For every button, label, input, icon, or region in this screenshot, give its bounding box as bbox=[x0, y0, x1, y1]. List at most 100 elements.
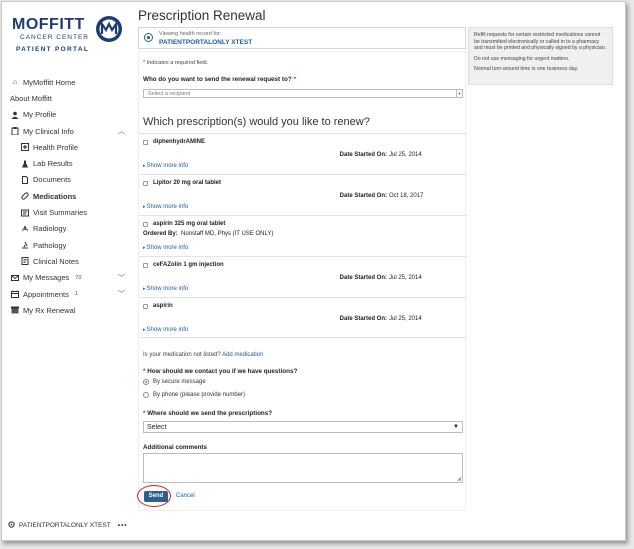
notes-icon bbox=[20, 256, 30, 266]
sidebar-item-rx-renewal[interactable]: My Rx Renewal bbox=[2, 302, 132, 318]
recipient-select[interactable]: Select a recipient ▾ bbox=[143, 89, 463, 98]
ordered-by-label: Ordered By: bbox=[143, 231, 178, 237]
clipboard-icon bbox=[10, 126, 20, 136]
show-more-info-link[interactable]: Show more info bbox=[143, 163, 189, 169]
prescriptions-heading: Which prescription(s) would you like to … bbox=[143, 116, 370, 128]
sidebar-item-label: MyMoffitt Home bbox=[23, 77, 76, 87]
prescription-item: aspirin 325 mg oral tablet Ordered By: N… bbox=[139, 215, 467, 256]
medication-not-listed: Is your medication not listed? Add medic… bbox=[143, 352, 263, 358]
required-field-note: * Indicates a required field. bbox=[143, 60, 209, 66]
moffitt-logo[interactable]: MOFFITT CANCER CENTER PATIENT PORTAL bbox=[12, 14, 122, 58]
sidebar-item-label: Radiology bbox=[33, 224, 67, 234]
main-content: Prescription Renewal Viewing health reco… bbox=[136, 2, 467, 540]
comments-textarea[interactable]: ◢ bbox=[143, 453, 463, 483]
annotation-circle bbox=[137, 485, 171, 507]
viewing-record-label: Viewing health record for: bbox=[159, 31, 222, 37]
ordered-by-value: Nonstaff MD, Phys (IT USE ONLY) bbox=[181, 231, 274, 237]
recipient-placeholder: Select a recipient bbox=[148, 91, 191, 97]
sidebar-nav: ⌂ MyMoffitt Home About Moffitt My Profil… bbox=[2, 74, 132, 318]
logo-main-text: MOFFITT bbox=[12, 16, 85, 33]
prescription-item: Lipitor 20 mg oral tablet Date Started O… bbox=[139, 174, 467, 215]
prescription-item: ceFAZolin 1 gm injection Date Started On… bbox=[139, 256, 467, 297]
date-started-label: Date Started On: bbox=[339, 193, 387, 199]
app-window: MOFFITT CANCER CENTER PATIENT PORTAL ⌂ M… bbox=[1, 1, 626, 541]
health-record-selector[interactable]: Viewing health record for: PATIENTPORTAL… bbox=[138, 27, 466, 49]
sidebar-item-about[interactable]: About Moffitt bbox=[2, 90, 132, 106]
sidebar-item-radiology[interactable]: Radiology bbox=[2, 221, 132, 237]
health-profile-icon bbox=[20, 142, 30, 152]
sidebar-item-appointments[interactable]: Appointments 1 ﹀ bbox=[2, 286, 132, 302]
add-medication-link[interactable]: Add medication bbox=[222, 352, 263, 358]
sidebar-item-documents[interactable]: Documents bbox=[2, 172, 132, 188]
pharmacy-select-value: Select bbox=[147, 424, 167, 431]
date-started-label: Date Started On: bbox=[339, 275, 387, 281]
logo-portal-text: PATIENT PORTAL bbox=[16, 46, 90, 53]
date-started-value: Jul 25, 2014 bbox=[389, 275, 422, 281]
chevron-up-icon[interactable]: ︿ bbox=[118, 126, 125, 136]
sidebar-item-label: Appointments bbox=[23, 289, 69, 299]
prescription-checkbox[interactable] bbox=[143, 304, 148, 309]
contact-option-phone[interactable]: By phone (please provide number) bbox=[143, 392, 245, 398]
more-options-icon[interactable]: ••• bbox=[118, 522, 128, 529]
prescription-checkbox[interactable] bbox=[143, 222, 148, 227]
sidebar-item-profile[interactable]: My Profile bbox=[2, 107, 132, 123]
sidebar-item-lab-results[interactable]: Lab Results bbox=[2, 155, 132, 171]
radio-button[interactable] bbox=[143, 379, 149, 385]
sidebar-item-home[interactable]: ⌂ MyMoffitt Home bbox=[2, 74, 132, 90]
sidebar-item-pathology[interactable]: Pathology bbox=[2, 237, 132, 253]
calendar-icon bbox=[10, 289, 20, 299]
cancel-button[interactable]: Cancel bbox=[176, 493, 195, 499]
info-panel: Refill requests for certain restricted m… bbox=[468, 27, 613, 85]
date-started-label: Date Started On: bbox=[339, 152, 387, 158]
sidebar: MOFFITT CANCER CENTER PATIENT PORTAL ⌂ M… bbox=[2, 2, 132, 540]
recipient-question-text: Who do you want to send the renewal requ… bbox=[143, 76, 292, 83]
show-more-info-link[interactable]: Show more info bbox=[143, 204, 189, 210]
dropdown-arrow-icon: ▼ bbox=[453, 424, 459, 430]
sidebar-item-clinical-notes[interactable]: Clinical Notes bbox=[2, 253, 132, 269]
sidebar-item-label: Documents bbox=[33, 175, 71, 185]
sidebar-item-clinical-info[interactable]: My Clinical Info ︿ bbox=[2, 123, 132, 139]
record-patient-name: PATIENTPORTALONLY XTEST bbox=[159, 39, 253, 46]
sidebar-item-label: Clinical Notes bbox=[33, 256, 79, 266]
prescription-item: aspirin Date Started On: Jul 25, 2014 Sh… bbox=[139, 297, 467, 338]
sidebar-item-label: My Rx Renewal bbox=[23, 305, 76, 315]
date-started-value: Oct 18, 2017 bbox=[389, 193, 424, 199]
chevron-down-icon[interactable]: ﹀ bbox=[118, 289, 125, 299]
home-icon: ⌂ bbox=[12, 78, 18, 86]
moffitt-mark-icon bbox=[96, 16, 122, 42]
sidebar-item-label: Medications bbox=[33, 191, 77, 201]
resize-handle-icon[interactable]: ◢ bbox=[457, 476, 461, 482]
prescription-name: Lipitor 20 mg oral tablet bbox=[153, 180, 222, 186]
contact-question-text: How should we contact you if we have que… bbox=[147, 368, 298, 375]
sidebar-item-messages[interactable]: My Messages 70 ﹀ bbox=[2, 270, 132, 286]
user-account-bar[interactable]: PATIENTPORTALONLY XTEST ••• bbox=[8, 521, 128, 530]
sidebar-item-medications[interactable]: Medications bbox=[2, 188, 132, 204]
show-more-info-link[interactable]: Show more info bbox=[143, 327, 189, 333]
contact-question: * How should we contact you if we have q… bbox=[143, 368, 298, 375]
pharmacy-select[interactable]: Select ▼ bbox=[143, 421, 463, 433]
logo-sub-text: CANCER CENTER bbox=[20, 34, 89, 41]
contact-option-label: By secure message bbox=[153, 379, 206, 385]
comments-label: Additional comments bbox=[143, 444, 208, 451]
prescription-checkbox[interactable] bbox=[143, 263, 148, 268]
prescription-name: diphenhydrAMINE bbox=[153, 139, 205, 145]
sidebar-item-label: Visit Summaries bbox=[33, 208, 88, 218]
recipient-question: Who do you want to send the renewal requ… bbox=[143, 76, 296, 83]
radio-button[interactable] bbox=[143, 392, 149, 398]
sidebar-item-visit-summaries[interactable]: Visit Summaries bbox=[2, 204, 132, 220]
contact-option-message[interactable]: By secure message bbox=[143, 379, 206, 385]
chevron-down-icon[interactable]: ﹀ bbox=[118, 273, 125, 283]
unread-count-badge: 70 bbox=[75, 274, 82, 281]
settings-icon bbox=[8, 521, 15, 530]
date-started-value: Jul 25, 2014 bbox=[389, 316, 422, 322]
info-restricted-note: Refill requests for certain restricted m… bbox=[474, 32, 607, 51]
prescription-name: aspirin 325 mg oral tablet bbox=[153, 221, 226, 227]
prescription-checkbox[interactable] bbox=[143, 181, 148, 186]
sidebar-item-health-profile[interactable]: Health Profile bbox=[2, 139, 132, 155]
prescription-checkbox[interactable] bbox=[143, 140, 148, 145]
info-urgent-note: Do not use messaging for urgent matters. bbox=[474, 55, 570, 62]
not-listed-text: Is your medication not listed? bbox=[143, 352, 221, 358]
date-started-label: Date Started On: bbox=[339, 316, 387, 322]
show-more-info-link[interactable]: Show more info bbox=[143, 286, 189, 292]
show-more-info-link[interactable]: Show more info bbox=[143, 245, 189, 251]
